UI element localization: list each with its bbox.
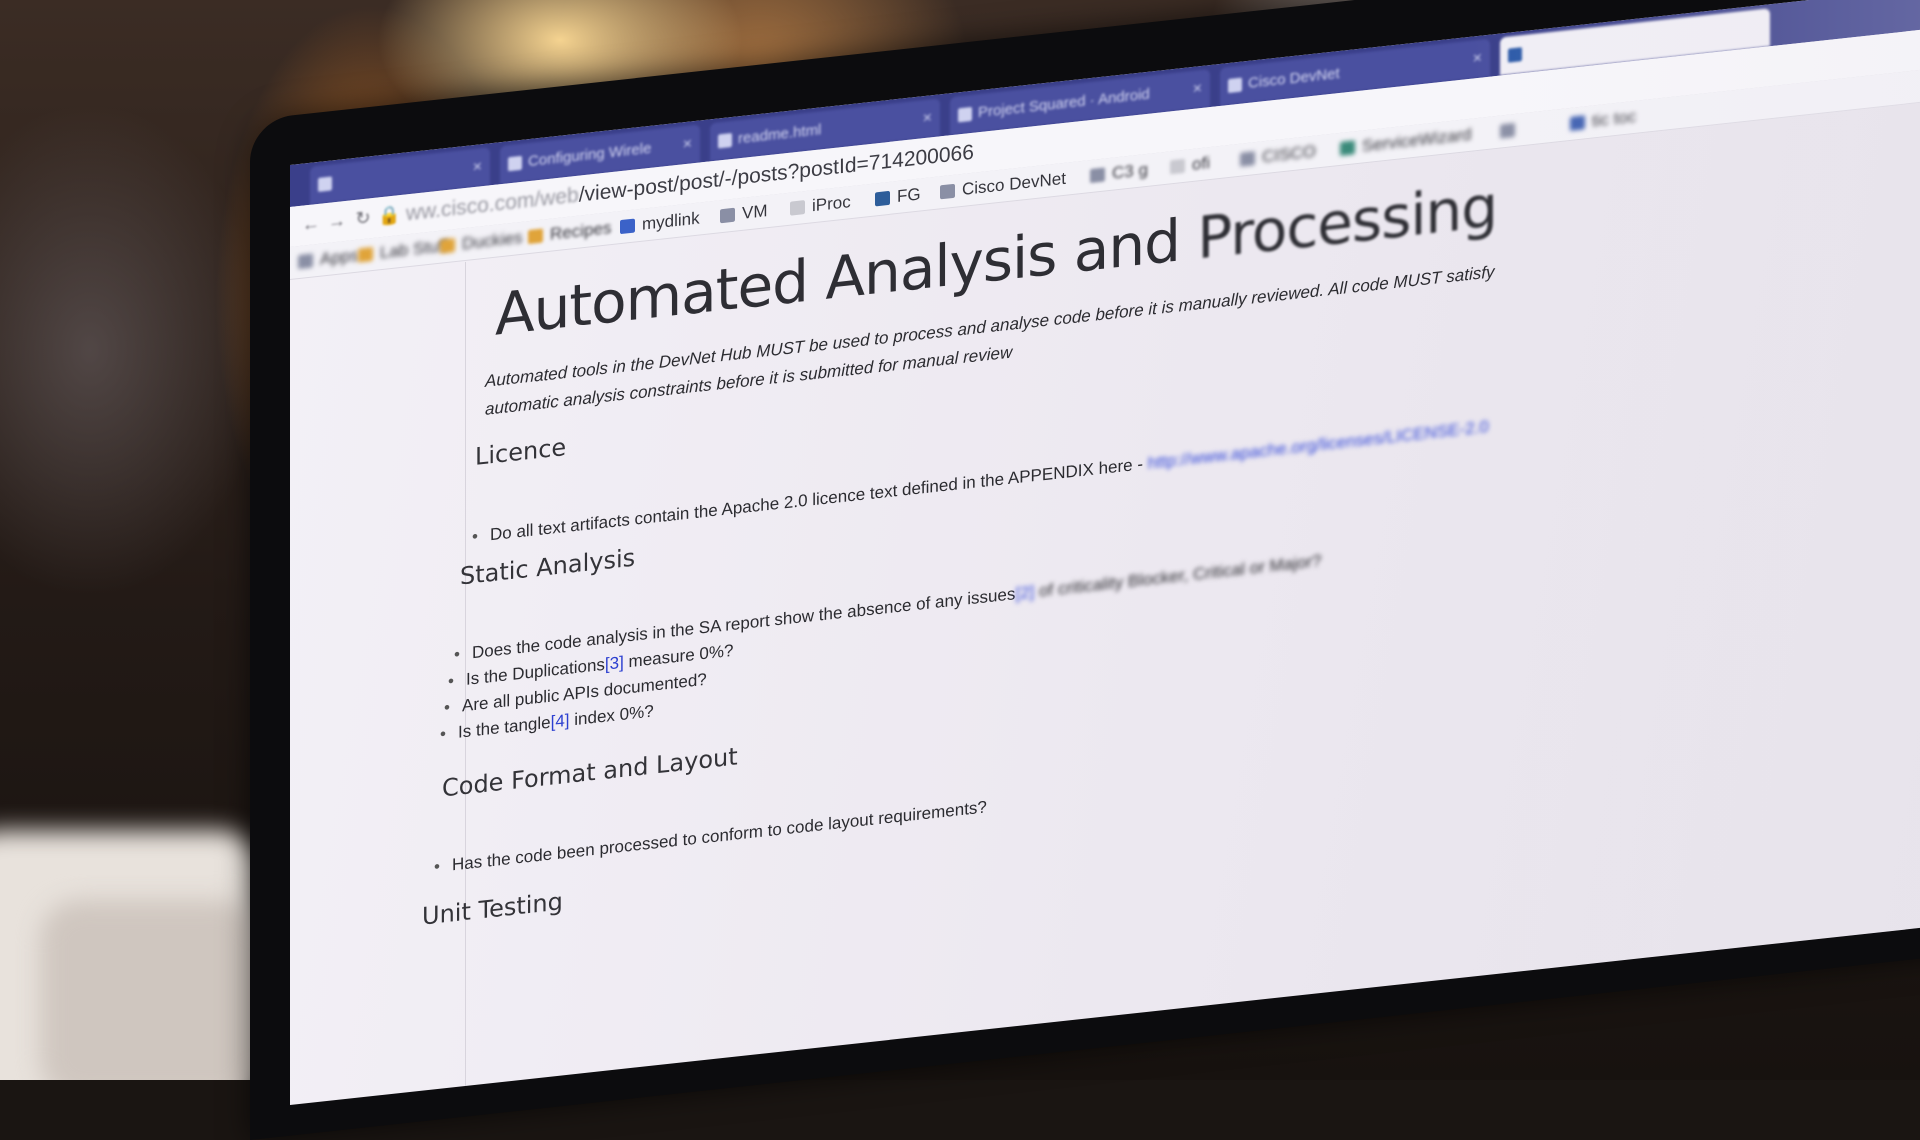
bookmark-label: iProc	[812, 192, 851, 216]
folder-icon	[358, 246, 373, 263]
bookmark-folder[interactable]: Recipes	[528, 216, 611, 249]
tab-label: Cisco DevNet	[1248, 64, 1340, 92]
footnote-link[interactable]: [4]	[551, 711, 570, 732]
bookmark-label: C3 g	[1112, 159, 1148, 183]
section-heading-licence: Licence	[475, 432, 567, 471]
grid-icon	[720, 207, 735, 224]
item-text-tail: of criticality Blocker, Critical or Majo…	[1034, 550, 1322, 602]
browser-window: × Configuring Wirele × readme.html × Pro…	[290, 0, 1920, 1106]
bookmark[interactable]: tic toc	[1570, 105, 1636, 136]
fg-icon	[875, 190, 890, 207]
section-heading-unit-testing: Unit Testing	[422, 887, 563, 931]
close-icon[interactable]: ×	[683, 125, 692, 164]
grid-icon	[940, 183, 955, 200]
laptop: × Configuring Wirele × readme.html × Pro…	[0, 0, 1920, 1140]
bookmark-label: ServiceWizard	[1362, 124, 1472, 156]
apps-icon	[298, 253, 313, 270]
grid-icon	[1240, 151, 1255, 167]
bookmark-label: Duckies	[462, 227, 523, 254]
bookmark-label: Cisco DevNet	[962, 168, 1066, 199]
bookmark[interactable]: ofi	[1170, 151, 1210, 179]
tab-favicon-icon	[318, 176, 332, 192]
section-heading-code-format: Code Format and Layout	[442, 742, 738, 803]
back-arrow-icon[interactable]: ←	[300, 212, 322, 236]
footnote-link[interactable]: [2]	[1015, 582, 1034, 603]
bookmark-folder[interactable]: Duckies	[440, 226, 522, 259]
close-icon[interactable]: ×	[473, 148, 482, 187]
bookmark-apps[interactable]: Apps	[298, 244, 359, 275]
chart-icon	[1570, 115, 1585, 131]
item-text: Does the code analysis in the SA report …	[472, 584, 1016, 663]
bookmark-vm[interactable]: VM	[720, 199, 768, 228]
folder-icon	[528, 228, 543, 245]
list-item: Has the code been processed to conform t…	[452, 797, 987, 875]
tab-favicon-icon	[958, 106, 972, 123]
bookmark-fg[interactable]: FG	[875, 182, 921, 211]
item-text-tail: measure 0%?	[623, 640, 734, 672]
reload-icon[interactable]: ↻	[352, 206, 374, 230]
title-text-tail: Processing	[1197, 171, 1498, 273]
bookmark[interactable]: C3 g	[1090, 158, 1148, 188]
page-icon	[1170, 158, 1185, 175]
bookmark-label: Apps	[320, 245, 359, 269]
tab-favicon-icon	[508, 155, 522, 172]
bookmark-folder[interactable]: Lab Stuff	[358, 234, 448, 268]
service-icon	[1340, 140, 1355, 156]
licence-link[interactable]: http://www.apache.org/licenses/LICENSE-2…	[1148, 417, 1489, 473]
dlink-icon	[620, 218, 635, 235]
lock-icon: 🔒	[378, 204, 401, 227]
bookmark-label: CISCO	[1262, 141, 1316, 167]
close-icon[interactable]: ×	[1193, 70, 1202, 109]
bookmark[interactable]	[1500, 117, 1522, 143]
bookmark-label: mydlink	[642, 208, 700, 234]
bookmark-label: Recipes	[550, 218, 612, 244]
bookmark-label: Lab Stuff	[380, 235, 448, 263]
footnote-link[interactable]: [3]	[605, 653, 624, 674]
tab-label: readme.html	[738, 121, 822, 148]
item-text-tail: index 0%?	[569, 701, 654, 730]
section-heading-static-analysis: Static Analysis	[460, 543, 636, 591]
grid-icon	[1500, 122, 1515, 139]
bookmark-label: VM	[742, 201, 768, 223]
list-item: Do all text artifacts contain the Apache…	[490, 417, 1489, 546]
forward-arrow-icon[interactable]: →	[326, 209, 348, 233]
bookmark-label: tic toc	[1592, 106, 1637, 131]
item-text: Is the tangle	[458, 712, 551, 742]
folder-icon	[440, 238, 455, 254]
close-icon[interactable]: ×	[923, 99, 932, 138]
page-icon	[790, 200, 805, 216]
tab-favicon-icon	[718, 132, 732, 149]
grid-icon	[1090, 167, 1105, 184]
bookmark[interactable]: CISCO	[1240, 140, 1316, 172]
tab-favicon-icon	[1228, 77, 1242, 94]
bookmark-label: ofi	[1192, 153, 1210, 175]
bookmark-iproc[interactable]: iProc	[790, 190, 851, 221]
close-icon[interactable]: ×	[1473, 40, 1482, 79]
tab-favicon-icon	[1508, 47, 1522, 63]
item-text: Do all text artifacts contain the Apache…	[490, 453, 1148, 545]
bookmark-mydlink[interactable]: mydlink	[620, 207, 700, 240]
bookmark-label: FG	[897, 184, 921, 207]
tab-label: Configuring Wirele	[528, 139, 652, 171]
